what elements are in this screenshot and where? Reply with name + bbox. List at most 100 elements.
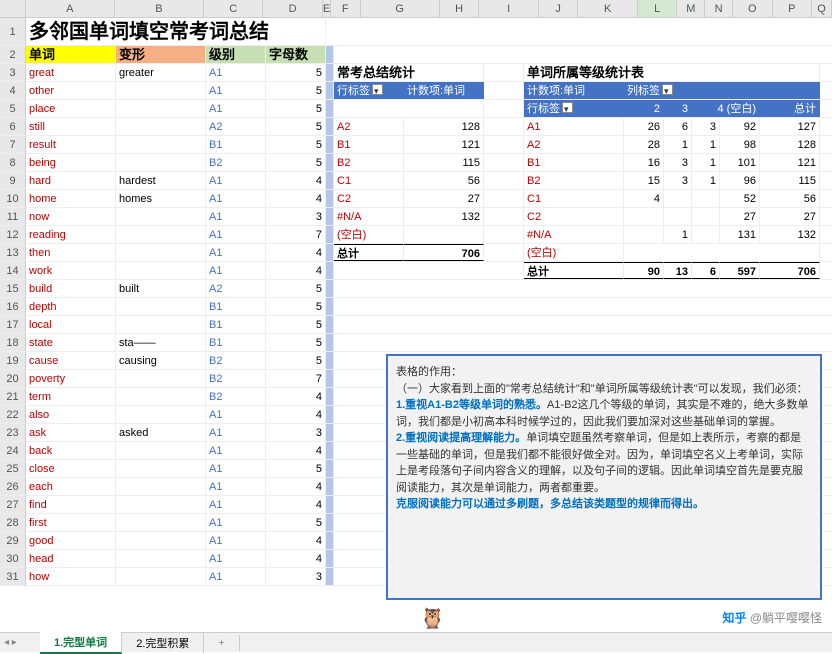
pivot1-label[interactable]: C1 [334,172,404,189]
level-cell[interactable]: A1 [206,406,266,423]
word-cell[interactable]: depth [26,298,116,315]
letters-cell[interactable]: 5 [266,334,326,351]
letters-cell[interactable]: 5 [266,298,326,315]
dropdown-icon[interactable] [372,84,383,95]
level-cell[interactable]: B2 [206,352,266,369]
level-cell[interactable]: A1 [206,100,266,117]
level-cell[interactable]: B1 [206,334,266,351]
variant-cell[interactable] [116,496,206,513]
variant-cell[interactable] [116,370,206,387]
row-headers[interactable]: 1234567891011121314151617181920212223242… [0,18,26,586]
level-cell[interactable]: A1 [206,568,266,585]
variant-cell[interactable] [116,442,206,459]
level-cell[interactable]: A1 [206,172,266,189]
letters-cell[interactable]: 5 [266,460,326,477]
variant-cell[interactable] [116,244,206,261]
word-cell[interactable]: good [26,532,116,549]
letters-cell[interactable]: 7 [266,370,326,387]
letters-cell[interactable]: 7 [266,226,326,243]
variant-cell[interactable] [116,532,206,549]
variant-cell[interactable]: causing [116,352,206,369]
variant-cell[interactable] [116,478,206,495]
word-cell[interactable]: first [26,514,116,531]
dropdown-icon[interactable] [562,102,573,113]
word-cell[interactable]: local [26,316,116,333]
variant-cell[interactable]: sta—— [116,334,206,351]
word-cell[interactable]: build [26,280,116,297]
tab-2[interactable]: 2.完型积累 [122,633,204,653]
level-cell[interactable]: A2 [206,118,266,135]
word-cell[interactable]: reading [26,226,116,243]
level-cell[interactable]: B1 [206,136,266,153]
variant-cell[interactable] [116,568,206,585]
word-cell[interactable]: cause [26,352,116,369]
variant-cell[interactable] [116,136,206,153]
letters-cell[interactable]: 3 [266,424,326,441]
variant-cell[interactable] [116,100,206,117]
pivot1-label[interactable]: (空白) [334,226,404,243]
tab-1[interactable]: 1.完型单词 [40,632,122,654]
word-cell[interactable]: ask [26,424,116,441]
word-cell[interactable]: also [26,406,116,423]
letters-cell[interactable]: 5 [266,64,326,81]
variant-cell[interactable]: built [116,280,206,297]
level-cell[interactable]: B2 [206,370,266,387]
pivot2-label[interactable]: (空白) [524,244,624,261]
letters-cell[interactable]: 5 [266,316,326,333]
variant-cell[interactable] [116,406,206,423]
pivot1-label[interactable]: #N/A [334,208,404,225]
level-cell[interactable]: B2 [206,154,266,171]
letters-cell[interactable]: 5 [266,514,326,531]
letters-cell[interactable]: 5 [266,82,326,99]
word-cell[interactable]: each [26,478,116,495]
variant-cell[interactable] [116,460,206,477]
level-cell[interactable]: A1 [206,226,266,243]
level-cell[interactable]: A1 [206,532,266,549]
pivot2-h3[interactable]: 行标签 [524,100,624,117]
letters-cell[interactable]: 5 [266,136,326,153]
pivot1-label[interactable]: B1 [334,136,404,153]
variant-cell[interactable] [116,316,206,333]
variant-cell[interactable] [116,82,206,99]
tab-add[interactable]: + [204,635,239,651]
level-cell[interactable]: A1 [206,550,266,567]
letters-cell[interactable]: 3 [266,208,326,225]
pivot1-label[interactable]: C2 [334,190,404,207]
pivot1-label[interactable]: A2 [334,118,404,135]
word-cell[interactable]: find [26,496,116,513]
word-cell[interactable]: back [26,442,116,459]
level-cell[interactable]: A1 [206,424,266,441]
dropdown-icon[interactable] [662,84,673,95]
letters-cell[interactable]: 4 [266,550,326,567]
level-cell[interactable]: A1 [206,442,266,459]
variant-cell[interactable]: hardest [116,172,206,189]
variant-cell[interactable] [116,226,206,243]
letters-cell[interactable]: 5 [266,280,326,297]
word-cell[interactable]: work [26,262,116,279]
level-cell[interactable]: A1 [206,208,266,225]
variant-cell[interactable]: asked [116,424,206,441]
variant-cell[interactable] [116,262,206,279]
level-cell[interactable]: B1 [206,298,266,315]
level-cell[interactable]: A1 [206,244,266,261]
word-cell[interactable]: result [26,136,116,153]
pivot2-label[interactable]: #N/A [524,226,624,243]
word-cell[interactable]: close [26,460,116,477]
tab-nav-icons[interactable]: ◂ ▸ [4,637,17,648]
letters-cell[interactable]: 4 [266,172,326,189]
pivot2-h2[interactable]: 列标签 [624,82,820,99]
letters-cell[interactable]: 4 [266,244,326,261]
level-cell[interactable]: A1 [206,82,266,99]
word-cell[interactable]: then [26,244,116,261]
word-cell[interactable]: still [26,118,116,135]
level-cell[interactable]: B1 [206,316,266,333]
letters-cell[interactable]: 5 [266,352,326,369]
level-cell[interactable]: B2 [206,388,266,405]
column-headers[interactable]: ABCDEFGHIJKLMNOPQ [0,0,832,18]
letters-cell[interactable]: 4 [266,478,326,495]
level-cell[interactable]: A1 [206,478,266,495]
letters-cell[interactable]: 4 [266,496,326,513]
level-cell[interactable]: A1 [206,496,266,513]
level-cell[interactable]: A1 [206,190,266,207]
pivot1-label[interactable]: B2 [334,154,404,171]
